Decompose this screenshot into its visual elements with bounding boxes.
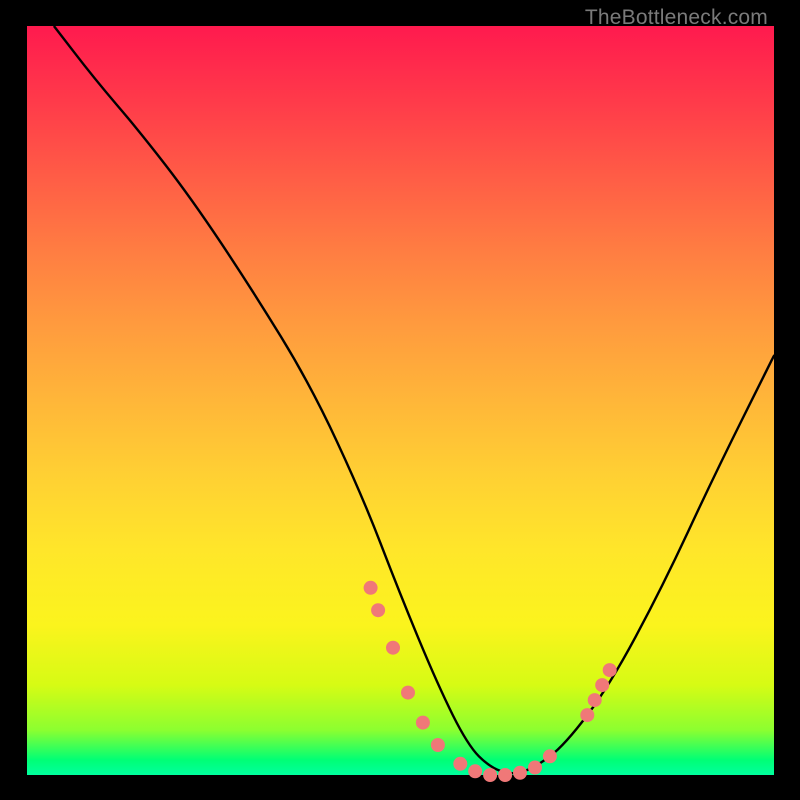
watermark-text: TheBottleneck.com (585, 6, 768, 30)
gradient-plot-area (27, 26, 774, 775)
